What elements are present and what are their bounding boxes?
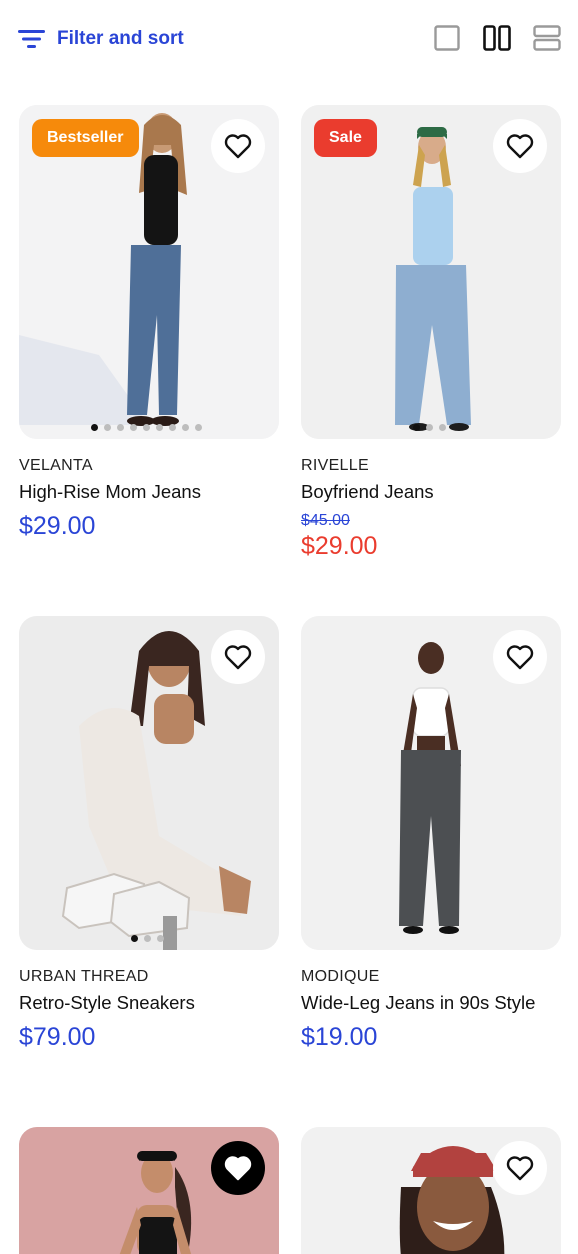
product-price: $19.00 — [301, 1023, 378, 1051]
carousel-dot[interactable] — [413, 424, 420, 431]
view-switcher — [430, 22, 564, 54]
favorite-button-active[interactable] — [211, 1141, 265, 1195]
image-carousel-dots[interactable] — [413, 424, 446, 431]
product-name[interactable]: High-Rise Mom Jeans — [19, 481, 279, 503]
product-card[interactable] — [19, 1127, 279, 1254]
single-column-icon — [434, 25, 460, 51]
product-name[interactable]: Retro-Style Sneakers — [19, 992, 279, 1014]
filter-and-sort-button[interactable]: Filter and sort — [18, 24, 184, 54]
product-image[interactable] — [19, 1127, 279, 1254]
product-price: $79.00 — [19, 1023, 96, 1051]
list-view-button[interactable] — [530, 22, 564, 54]
carousel-dot[interactable] — [91, 424, 98, 431]
heart-outline-icon — [506, 134, 534, 159]
product-brand: MODIQUE — [301, 968, 380, 985]
favorite-button[interactable] — [211, 119, 265, 173]
product-brand: RIVELLE — [301, 457, 369, 474]
carousel-dot[interactable] — [182, 424, 189, 431]
heart-outline-icon — [506, 1156, 534, 1181]
product-brand: VELANTA — [19, 457, 93, 474]
product-image[interactable] — [19, 616, 279, 950]
two-column-icon — [483, 25, 511, 51]
carousel-dot[interactable] — [117, 424, 124, 431]
sale-price: $29.00 — [301, 532, 378, 560]
two-column-view-button[interactable] — [480, 22, 514, 54]
product-price: $29.00 — [19, 512, 96, 540]
filter-icon — [18, 30, 45, 48]
list-view-icon — [533, 25, 561, 51]
product-card[interactable] — [301, 1127, 561, 1254]
carousel-dot[interactable] — [426, 424, 433, 431]
product-card[interactable]: URBAN THREAD Retro-Style Sneakers $79.00 — [19, 616, 279, 1127]
product-image[interactable] — [301, 616, 561, 950]
carousel-dot[interactable] — [169, 424, 176, 431]
carousel-dot[interactable] — [157, 935, 164, 942]
product-image[interactable] — [301, 1127, 561, 1254]
favorite-button[interactable] — [493, 1141, 547, 1195]
carousel-dot[interactable] — [104, 424, 111, 431]
product-image[interactable]: Sale — [301, 105, 561, 439]
image-carousel-dots[interactable] — [131, 935, 164, 942]
heart-outline-icon — [224, 645, 252, 670]
product-name[interactable]: Boyfriend Jeans — [301, 481, 561, 503]
carousel-dot[interactable] — [439, 424, 446, 431]
product-card[interactable]: Bestseller VELANTA High-Rise Mom Jeans $… — [19, 105, 279, 616]
product-card[interactable]: Sale RIVELLE Boyfriend Jeans $45.00 $29.… — [301, 105, 561, 616]
favorite-button[interactable] — [493, 630, 547, 684]
sale-badge: Sale — [314, 119, 377, 157]
product-card[interactable]: MODIQUE Wide-Leg Jeans in 90s Style $19.… — [301, 616, 561, 1127]
heart-outline-icon — [224, 134, 252, 159]
toolbar: Filter and sort — [0, 0, 578, 78]
carousel-dot[interactable] — [130, 424, 137, 431]
product-brand: URBAN THREAD — [19, 968, 149, 985]
product-grid: Bestseller VELANTA High-Rise Mom Jeans $… — [19, 105, 561, 1254]
heart-outline-icon — [506, 645, 534, 670]
single-column-view-button[interactable] — [430, 22, 464, 54]
product-name[interactable]: Wide-Leg Jeans in 90s Style — [301, 992, 561, 1014]
product-image[interactable]: Bestseller — [19, 105, 279, 439]
carousel-dot[interactable] — [143, 424, 150, 431]
favorite-button[interactable] — [493, 119, 547, 173]
favorite-button[interactable] — [211, 630, 265, 684]
filter-and-sort-label: Filter and sort — [57, 28, 184, 49]
original-price: $45.00 — [301, 512, 350, 529]
carousel-dot[interactable] — [156, 424, 163, 431]
carousel-dot[interactable] — [144, 935, 151, 942]
carousel-dot[interactable] — [131, 935, 138, 942]
carousel-dot[interactable] — [195, 424, 202, 431]
heart-filled-icon — [224, 1156, 252, 1181]
image-carousel-dots[interactable] — [91, 424, 202, 431]
bestseller-badge: Bestseller — [32, 119, 139, 157]
